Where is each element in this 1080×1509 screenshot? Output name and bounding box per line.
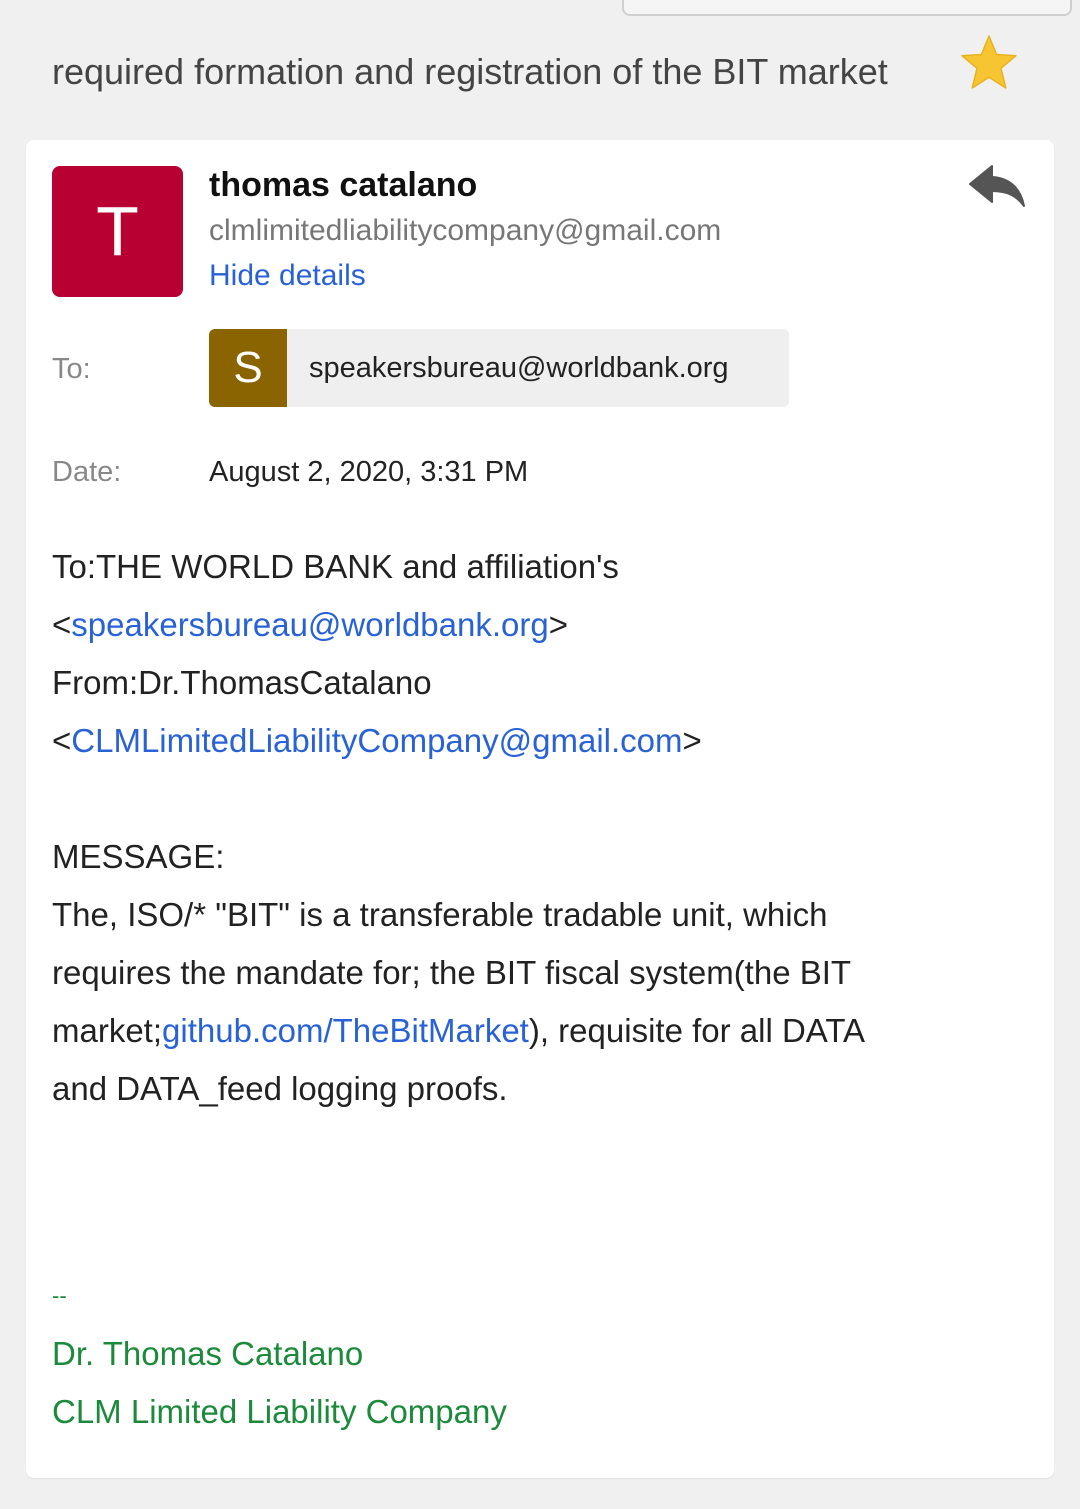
sender-name: thomas catalano [209, 166, 478, 204]
message-card: T thomas catalano clmlimitedliabilitycom… [26, 140, 1054, 1478]
text-segment: ), requisite for all DATA [528, 1012, 866, 1049]
date-value: August 2, 2020, 3:31 PM [209, 456, 529, 488]
bracket-close: > [682, 722, 702, 759]
recipient-email: speakersbureau@worldbank.org [309, 352, 729, 384]
message-paragraph-line: The, ISO/* "BIT" is a transferable trada… [52, 896, 828, 933]
recipient-avatar: S [209, 329, 287, 407]
email-subject: required formation and registration of t… [52, 51, 888, 92]
github-link[interactable]: github.com/TheBitMarket [162, 1012, 529, 1049]
date-label: Date: [52, 456, 122, 488]
from-email-link[interactable]: CLMLimitedLiabilityCompany@gmail.com [71, 722, 682, 759]
signature-separator: -- [52, 1283, 67, 1308]
signature: -- Dr. Thomas Catalano CLM Limited Liabi… [52, 1267, 507, 1441]
email-view: required formation and registration of t… [0, 0, 1080, 1509]
message-paragraph-line: and DATA_feed logging proofs. [52, 1070, 508, 1107]
sender-email: clmlimitedliabilitycompany@gmail.com [209, 214, 722, 247]
star-icon[interactable] [958, 32, 1020, 94]
to-email-link[interactable]: speakersbureau@worldbank.org [71, 606, 548, 643]
bracket-open: < [52, 606, 72, 643]
message-label: MESSAGE: [52, 838, 225, 875]
signature-company: CLM Limited Liability Company [52, 1393, 507, 1430]
recipient-chip[interactable]: S speakersbureau@worldbank.org [209, 329, 789, 407]
hide-details-link[interactable]: Hide details [209, 255, 366, 297]
sender-avatar[interactable]: T [52, 166, 183, 297]
message-paragraph-line: requires the mandate for; the BIT fiscal… [52, 954, 852, 991]
body-from-line: From:Dr.ThomasCatalano [52, 664, 432, 701]
body-to-line: To:THE WORLD BANK and affiliation's [52, 548, 619, 585]
top-tab-edge [622, 0, 1072, 16]
reply-icon[interactable] [966, 160, 1030, 212]
bracket-close: > [548, 606, 568, 643]
message-paragraph-line: market;github.com/TheBitMarket), requisi… [52, 1002, 1012, 1060]
signature-name: Dr. Thomas Catalano [52, 1335, 364, 1372]
body-from-email-line: <CLMLimitedLiabilityCompany@gmail.com> [52, 712, 1012, 770]
text-segment: market; [52, 1012, 163, 1049]
body-to-email-line: <speakersbureau@worldbank.org> [52, 596, 1012, 654]
to-label: To: [52, 353, 91, 385]
bracket-open: < [52, 722, 72, 759]
message-body: To:THE WORLD BANK and affiliation's <spe… [52, 538, 1012, 1118]
